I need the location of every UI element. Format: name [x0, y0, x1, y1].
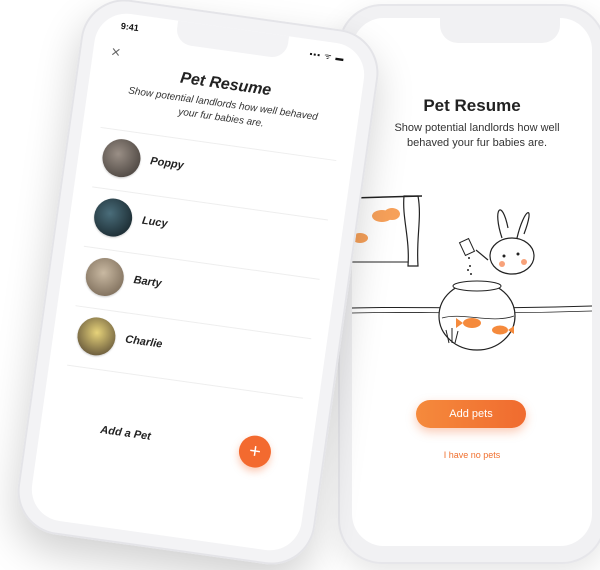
- status-time: 9:41: [120, 20, 140, 34]
- pet-avatar: [74, 314, 118, 358]
- pet-name: Lucy: [141, 214, 169, 231]
- status-icons: ▪▪▪ ᯤ ▬: [308, 49, 346, 64]
- add-pets-button[interactable]: Add pets: [416, 400, 526, 428]
- pet-avatar: [83, 255, 127, 299]
- pet-name: Charlie: [124, 333, 164, 351]
- notch: [174, 19, 290, 60]
- notch: [440, 18, 560, 43]
- pet-name: Barty: [132, 274, 163, 290]
- pet-avatar: [91, 196, 135, 240]
- page-title: Pet Resume: [423, 96, 521, 115]
- pet-avatar: [100, 136, 143, 180]
- phone-right: Pet Resume Show potential landlords how …: [338, 4, 600, 564]
- page-subtitle: Show potential landlords how well behave…: [394, 122, 560, 149]
- phone-left: 9:41 ▪▪▪ ᯤ ▬ × Pet Resume Show potential…: [11, 0, 385, 570]
- left-screen: 9:41 ▪▪▪ ᯤ ▬ × Pet Resume Show potential…: [27, 9, 369, 555]
- fishbowl-illustration: [352, 195, 592, 351]
- pet-name: Poppy: [149, 155, 185, 172]
- no-pets-link[interactable]: I have no pets: [352, 450, 592, 460]
- right-screen: Pet Resume Show potential landlords how …: [352, 18, 592, 546]
